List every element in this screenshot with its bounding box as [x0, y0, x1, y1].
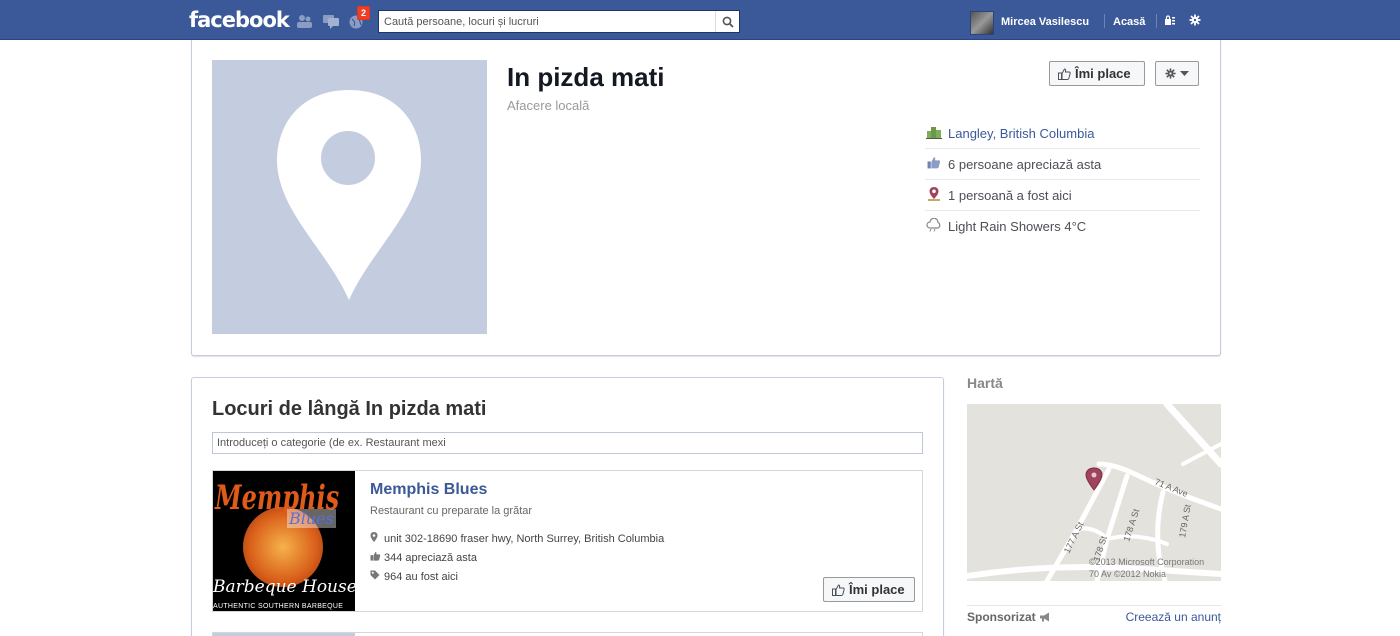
map-street-label: 70 Av	[1089, 569, 1112, 579]
sponsored-label-wrap: Sponsorizat	[967, 610, 1051, 624]
thumbnail-text-middle: Blues	[287, 509, 336, 528]
map-street-label: 179 A St	[1177, 503, 1193, 538]
top-divider	[1156, 14, 1157, 28]
map-street-label: 177 A St	[1062, 520, 1086, 555]
map-copyright: ©2013 Microsoft Corporation 70 Av ©2012 …	[1089, 556, 1204, 580]
thumbs-up-icon	[370, 550, 384, 568]
user-avatar[interactable]	[970, 11, 994, 35]
facebook-logo[interactable]: facebook	[189, 8, 290, 32]
gear-icon	[1165, 68, 1176, 79]
home-link[interactable]: Acasă	[1113, 16, 1145, 28]
map-copyright-line: 70 Av ©2012 Nokia	[1089, 569, 1167, 579]
search-input[interactable]	[379, 11, 715, 32]
profile-picture[interactable]	[212, 60, 487, 334]
thumbnail-text-bottom: Barbeque House	[213, 577, 355, 597]
settings-gear-icon[interactable]	[1189, 14, 1201, 29]
location-link[interactable]: Langley, British Columbia	[948, 126, 1094, 141]
info-row-location: Langley, British Columbia	[925, 118, 1200, 149]
sponsored-label: Sponsorizat	[967, 610, 1036, 624]
likes-count[interactable]: 6 persoane apreciază asta	[948, 157, 1101, 172]
notifications-badge: 2	[357, 6, 371, 20]
thumbs-up-icon	[1058, 67, 1071, 80]
search-box	[378, 10, 740, 33]
search-button[interactable]	[715, 11, 739, 32]
person-pin-icon	[925, 186, 942, 204]
place-checkins: 964 au fost aici	[384, 571, 458, 583]
create-ad-link[interactable]: Creează un anunț	[1126, 610, 1221, 624]
top-bar: facebook 2 Mircea Vasilescu Acasă	[0, 0, 1400, 40]
place-meta: unit 302-18690 fraser hwy, North Surrey,…	[370, 530, 664, 587]
checkins-count: 1 persoană a fost aici	[948, 187, 1072, 203]
map-heading: Hartă	[967, 375, 1003, 391]
like-label: Îmi place	[1075, 66, 1131, 81]
weather-cloud-icon	[925, 217, 942, 235]
megaphone-icon	[1040, 612, 1050, 622]
place-likes: 344 apreciază asta	[384, 552, 477, 564]
page-options-button[interactable]	[1155, 61, 1199, 86]
thumbnail-tagline: AUTHENTIC SOUTHERN BARBEQUE	[213, 603, 344, 610]
sponsored-header: Sponsorizat Creează un anunț	[967, 605, 1221, 624]
user-name-link[interactable]: Mircea Vasilescu	[1001, 16, 1089, 28]
page-header-card: In pizda mati Afacere locală Îmi place L…	[191, 40, 1221, 356]
info-row-checkins: 1 persoană a fost aici	[925, 180, 1200, 211]
category-search-input[interactable]	[212, 432, 923, 454]
map-copyright-line: ©2013 Microsoft Corporation	[1089, 557, 1205, 567]
search-icon	[722, 16, 734, 28]
place-address: unit 302-18690 fraser hwy, North Surrey,…	[384, 533, 665, 545]
top-divider	[1104, 14, 1105, 28]
nearby-places-card: Locuri de lângă In pizda mati Memphis Bl…	[191, 377, 944, 636]
place-thumbnail[interactable]: Memphis Blues Barbeque House AUTHENTIC S…	[213, 471, 355, 611]
chevron-down-icon	[1180, 70, 1189, 76]
privacy-shortcuts-icon[interactable]	[1164, 14, 1176, 29]
info-row-weather: Light Rain Showers 4°C	[925, 211, 1200, 242]
like-label: Îmi place	[849, 582, 905, 597]
place-item	[212, 632, 923, 636]
page-category[interactable]: Afacere locală	[507, 98, 589, 113]
thumbs-up-icon	[925, 156, 942, 172]
place-likes-row: 344 apreciază asta	[370, 549, 664, 568]
page-title: In pizda mati	[507, 62, 665, 92]
map-pin-icon	[370, 531, 384, 549]
map-marker-icon	[277, 90, 421, 300]
map-street-label: 71 A Ave	[1153, 477, 1189, 499]
place-category: Restaurant cu preparate la grătar	[370, 505, 533, 517]
nearby-title: Locuri de lângă In pizda mati	[212, 398, 487, 420]
tag-icon	[370, 569, 384, 587]
like-page-button[interactable]: Îmi place	[1049, 61, 1145, 86]
city-icon	[925, 125, 942, 142]
messages-icon[interactable]	[322, 13, 340, 29]
place-address-row: unit 302-18690 fraser hwy, North Surrey,…	[370, 530, 664, 549]
place-name-link[interactable]: Memphis Blues	[370, 481, 487, 499]
friend-requests-icon[interactable]	[296, 13, 314, 29]
like-place-button[interactable]: Îmi place	[823, 577, 915, 602]
page-info-list: Langley, British Columbia 6 persoane apr…	[925, 118, 1200, 242]
map-view[interactable]: 71 A Ave 177 A St 178 A St 179 A St 178 …	[967, 404, 1221, 581]
info-row-likes: 6 persoane apreciază asta	[925, 149, 1200, 180]
place-checkins-row: 964 au fost aici	[370, 568, 664, 587]
place-item: Memphis Blues Barbeque House AUTHENTIC S…	[212, 470, 923, 612]
weather-text: Light Rain Showers 4°C	[948, 219, 1087, 234]
thumbs-up-icon	[832, 583, 845, 596]
